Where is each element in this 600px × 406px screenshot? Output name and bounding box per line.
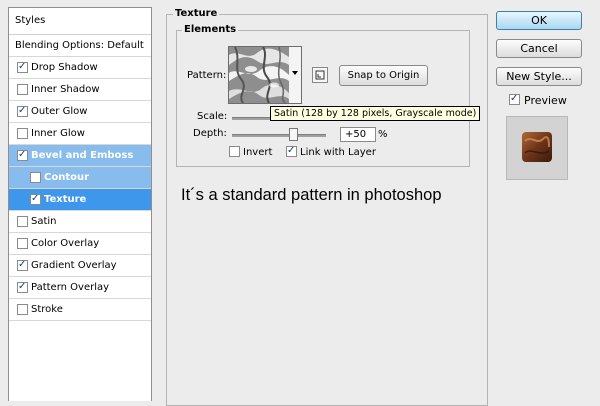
style-item-label: Inner Glow: [31, 128, 85, 139]
style-item[interactable]: Stroke: [9, 299, 151, 321]
style-checkbox[interactable]: [17, 216, 28, 227]
style-item[interactable]: Satin: [9, 211, 151, 233]
checkmark-icon: ✓: [18, 259, 27, 270]
elements-title: Elements: [182, 24, 239, 35]
depth-slider-thumb[interactable]: [289, 128, 298, 141]
style-preview: [506, 116, 568, 180]
invert-label: Invert: [243, 147, 273, 158]
invert-checkbox[interactable]: [229, 146, 240, 157]
style-item-label: Color Overlay: [31, 238, 100, 249]
style-item-label: Bevel and Emboss: [31, 150, 134, 161]
style-item[interactable]: Color Overlay: [9, 233, 151, 255]
checkmark-icon: ✓: [18, 105, 27, 116]
style-item-label: Texture: [44, 194, 87, 205]
style-item[interactable]: ✓ Bevel and Emboss: [9, 145, 151, 167]
style-item-label: Inner Shadow: [31, 84, 100, 95]
checkmark-icon: ✓: [18, 281, 27, 292]
blending-options-item[interactable]: Blending Options: Default: [9, 35, 151, 57]
pattern-tooltip: Satin (128 by 128 pixels, Grayscale mode…: [270, 106, 481, 121]
pattern-swatch[interactable]: [228, 46, 290, 104]
style-item[interactable]: Inner Glow: [9, 123, 151, 145]
cancel-button[interactable]: Cancel: [496, 39, 582, 58]
style-checkbox[interactable]: ✓: [17, 105, 28, 117]
style-item-label: Gradient Overlay: [31, 260, 117, 271]
style-item-label: Stroke: [31, 304, 63, 315]
depth-input[interactable]: +50: [340, 127, 376, 142]
style-item[interactable]: ✓ Pattern Overlay: [9, 277, 151, 299]
caption-text: It´s a standard pattern in photoshop: [181, 186, 442, 204]
new-style-button[interactable]: New Style...: [496, 67, 582, 86]
style-item-label: Drop Shadow: [31, 62, 98, 73]
style-checkbox[interactable]: [17, 128, 28, 139]
style-list: ✓ Drop Shadow Inner Shadow ✓ Outer Glow Inner…: [9, 57, 151, 321]
ok-button[interactable]: OK: [496, 11, 582, 30]
checkmark-icon: ✓: [31, 193, 40, 204]
style-checkbox[interactable]: [17, 304, 28, 315]
new-preset-icon: [315, 70, 325, 80]
style-checkbox[interactable]: ✓: [17, 281, 28, 293]
style-item[interactable]: ✓ Gradient Overlay: [9, 255, 151, 277]
style-checkbox[interactable]: ✓: [30, 193, 41, 205]
style-checkbox[interactable]: [17, 238, 28, 249]
style-item-label: Contour: [44, 172, 90, 183]
dropdown-arrow-icon: [292, 71, 298, 75]
styles-panel: Styles Blending Options: Default ✓ Drop S…: [8, 7, 152, 401]
scale-label: Scale:: [197, 111, 228, 122]
pattern-label: Pattern:: [187, 70, 227, 81]
style-checkbox[interactable]: ✓: [17, 149, 28, 161]
preview-checkbox[interactable]: ✓: [509, 93, 520, 105]
checkmark-icon: ✓: [18, 149, 27, 160]
style-checkbox[interactable]: ✓: [17, 61, 28, 73]
style-checkbox[interactable]: ✓: [17, 259, 28, 271]
depth-unit: %: [378, 129, 388, 140]
style-checkbox[interactable]: [17, 84, 28, 95]
style-item[interactable]: Contour: [9, 167, 151, 189]
style-item[interactable]: ✓ Outer Glow: [9, 101, 151, 123]
link-with-layer-label: Link with Layer: [300, 147, 376, 158]
style-item[interactable]: ✓ Texture: [9, 189, 151, 211]
style-item[interactable]: Inner Shadow: [9, 79, 151, 101]
pattern-dropdown-button[interactable]: [289, 46, 302, 104]
preview-swatch-icon: [522, 132, 552, 162]
styles-header[interactable]: Styles: [9, 8, 151, 35]
checkmark-icon: ✓: [510, 93, 519, 104]
snap-to-origin-button[interactable]: Snap to Origin: [339, 65, 428, 86]
style-item-label: Satin: [31, 216, 57, 227]
new-preset-button[interactable]: [312, 67, 328, 83]
link-with-layer-checkbox[interactable]: ✓: [286, 145, 297, 157]
depth-label: Depth:: [193, 128, 227, 139]
texture-title: Texture: [173, 8, 220, 19]
style-item-label: Pattern Overlay: [31, 282, 110, 293]
style-item[interactable]: ✓ Drop Shadow: [9, 57, 151, 79]
checkmark-icon: ✓: [287, 145, 296, 156]
preview-label: Preview: [524, 94, 567, 107]
depth-slider-track[interactable]: [232, 134, 326, 137]
checkmark-icon: ✓: [18, 61, 27, 72]
style-checkbox[interactable]: [30, 172, 41, 183]
satin-pattern-icon: [229, 47, 289, 103]
style-item-label: Outer Glow: [31, 106, 88, 117]
